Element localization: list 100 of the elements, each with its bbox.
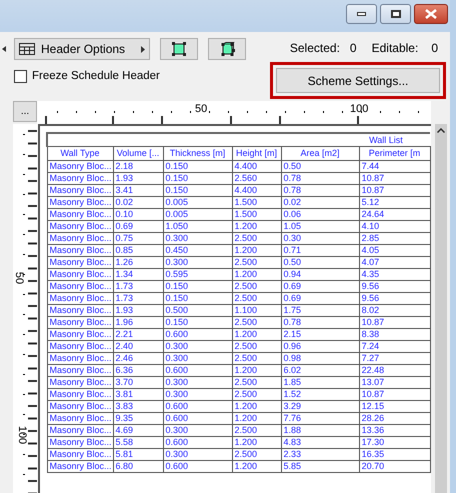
close-button[interactable] xyxy=(414,4,448,24)
table-cell: 1.93 xyxy=(113,304,163,316)
maximize-button[interactable] xyxy=(380,4,411,24)
table-cell: 0.600 xyxy=(163,364,232,376)
table-cell: 5.85 xyxy=(281,460,360,472)
table-cell: 2.18 xyxy=(113,160,163,172)
table-cell: 1.200 xyxy=(232,364,281,376)
table-cell: 1.200 xyxy=(232,244,281,256)
table-cell: Masonry Bloc... xyxy=(47,316,113,328)
freeze-header-label: Freeze Schedule Header xyxy=(32,69,160,84)
table-cell: 0.71 xyxy=(281,244,360,256)
selected-count: 0 xyxy=(350,40,357,57)
table-cell: 0.98 xyxy=(281,352,360,364)
ruler-label: 100 xyxy=(350,103,368,115)
table-cell: 0.69 xyxy=(113,220,163,232)
table-cell: 0.10 xyxy=(113,208,163,220)
table-cell: 1.200 xyxy=(232,328,281,340)
table-cell: 0.600 xyxy=(163,400,232,412)
table-cell: 1.200 xyxy=(232,220,281,232)
table-cell: Masonry Bloc... xyxy=(47,232,113,244)
table-cell: Masonry Bloc... xyxy=(47,376,113,388)
table-cell: 28.26 xyxy=(359,412,430,424)
table-cell: 4.69 xyxy=(113,424,163,436)
table-cell: 8.38 xyxy=(359,328,430,340)
table-cell: 4.400 xyxy=(232,184,281,196)
table-cell: 4.35 xyxy=(359,268,430,280)
table-cell: 0.75 xyxy=(113,232,163,244)
table-cell: 1.26 xyxy=(113,256,163,268)
table-cell: 7.24 xyxy=(359,340,430,352)
table-cell: 0.300 xyxy=(163,256,232,268)
table-cell: 0.150 xyxy=(163,292,232,304)
table-cell: 2.500 xyxy=(232,352,281,364)
table-cell: 9.56 xyxy=(359,280,430,292)
minimize-icon xyxy=(357,12,366,16)
table-cell: 6.02 xyxy=(281,364,360,376)
table-cell: 0.69 xyxy=(281,292,360,304)
table-cell: 2.85 xyxy=(359,232,430,244)
table-cell: 1.500 xyxy=(232,208,281,220)
table-cell: 4.83 xyxy=(281,436,360,448)
column-header: Thickness [m] xyxy=(163,146,232,160)
table-cell: 0.450 xyxy=(163,244,232,256)
table-cell: 1.73 xyxy=(113,280,163,292)
table-cell: 2.500 xyxy=(232,232,281,244)
table-cell: 3.70 xyxy=(113,376,163,388)
table-cell: 10.87 xyxy=(359,316,430,328)
table-cell: 0.300 xyxy=(163,340,232,352)
ruler-label: 50 xyxy=(195,103,208,115)
table-cell: 0.78 xyxy=(281,172,360,184)
table-cell: 0.150 xyxy=(163,184,232,196)
table-cell: Masonry Bloc... xyxy=(47,460,113,472)
table-cell: 16.35 xyxy=(359,448,430,460)
table-cell: 0.600 xyxy=(163,328,232,340)
table-cell: 1.05 xyxy=(281,220,360,232)
table-cell: 2.15 xyxy=(281,328,360,340)
table-cell: 2.500 xyxy=(232,424,281,436)
more-button[interactable]: ... xyxy=(13,101,37,122)
scheme-settings-button[interactable]: Scheme Settings... xyxy=(276,68,440,93)
table-cell: Masonry Bloc... xyxy=(47,352,113,364)
table-cell: 5.12 xyxy=(359,196,430,208)
cube-tool-button[interactable] xyxy=(208,38,246,60)
square-tool-button[interactable] xyxy=(160,38,198,60)
table-cell: 2.560 xyxy=(232,172,281,184)
table-cell: 0.02 xyxy=(281,196,360,208)
table-cell: Masonry Bloc... xyxy=(47,220,113,232)
table-cell: Masonry Bloc... xyxy=(47,268,113,280)
table-cell: 6.36 xyxy=(113,364,163,376)
scroll-up-icon[interactable] xyxy=(437,128,445,133)
table-cell: 20.70 xyxy=(359,460,430,472)
minimize-button[interactable] xyxy=(346,4,377,24)
table-cell: 0.96 xyxy=(281,340,360,352)
table-cell: 2.33 xyxy=(281,448,360,460)
table-cell: Masonry Bloc... xyxy=(47,292,113,304)
table-cell: 9.35 xyxy=(113,412,163,424)
collapse-arrow-icon[interactable] xyxy=(2,46,6,52)
table-cell: 1.75 xyxy=(281,304,360,316)
table-cell: 10.87 xyxy=(359,172,430,184)
table-cell: Masonry Bloc... xyxy=(47,208,113,220)
table-cell: 1.500 xyxy=(232,196,281,208)
editable-count: 0 xyxy=(431,40,438,57)
table-cell: 13.07 xyxy=(359,376,430,388)
table-cell: 0.005 xyxy=(163,208,232,220)
table-cell: 1.88 xyxy=(281,424,360,436)
table-cell: Masonry Bloc... xyxy=(47,388,113,400)
table-cell: 13.36 xyxy=(359,424,430,436)
table-cell: 7.44 xyxy=(359,160,430,172)
freeze-header-checkbox[interactable] xyxy=(14,70,27,84)
header-options-button[interactable]: Header Options xyxy=(14,38,150,60)
table-cell: 0.94 xyxy=(281,268,360,280)
table-cell: 5.58 xyxy=(113,436,163,448)
close-icon xyxy=(425,9,437,19)
table-cell: 0.600 xyxy=(163,460,232,472)
table-cell: 3.41 xyxy=(113,184,163,196)
table-cell: Masonry Bloc... xyxy=(47,172,113,184)
table-cell: 2.500 xyxy=(232,376,281,388)
table-cell: 1.200 xyxy=(232,436,281,448)
table-cell: 10.87 xyxy=(359,388,430,400)
cube-icon xyxy=(220,42,234,56)
table-cell: 24.64 xyxy=(359,208,430,220)
table-cell: 0.300 xyxy=(163,424,232,436)
table-cell: 0.85 xyxy=(113,244,163,256)
